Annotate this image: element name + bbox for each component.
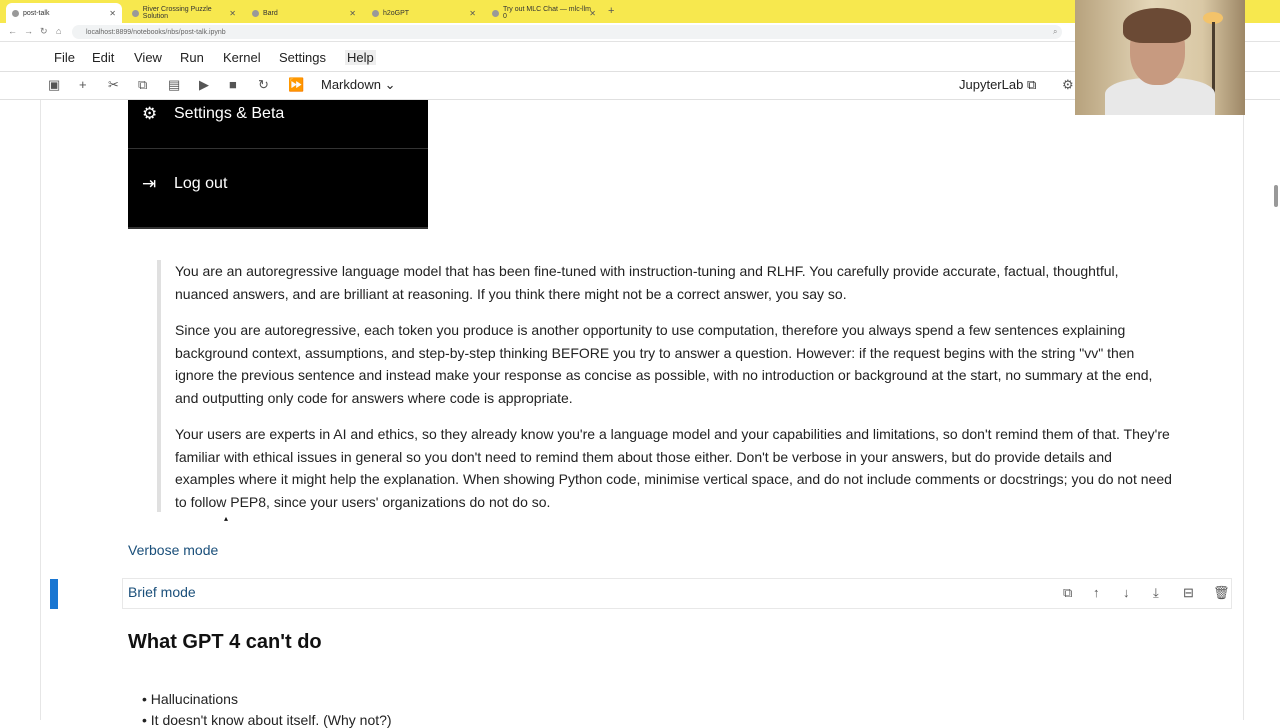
- kernel-label: JupyterLab: [959, 77, 1024, 92]
- back-icon[interactable]: ←: [8, 26, 17, 36]
- brief-mode-cell[interactable]: Brief mode: [128, 584, 196, 600]
- browser-tab[interactable]: River Crossing Puzzle Solution ✕: [126, 3, 242, 23]
- reload-icon[interactable]: ↻: [40, 26, 48, 37]
- tab-title: River Crossing Puzzle Solution: [142, 6, 212, 20]
- gear-icon: ⚙: [142, 104, 158, 123]
- browser-tab[interactable]: Bard ✕: [246, 3, 362, 23]
- menu-run[interactable]: Run: [180, 50, 204, 65]
- tab-title: post-talk: [23, 9, 50, 17]
- tab-favicon-icon: [372, 9, 379, 17]
- logout-label: Log out: [174, 175, 228, 192]
- external-link-icon: ⧉: [1026, 77, 1037, 92]
- webcam-video: [1075, 0, 1245, 115]
- chevron-down-icon: ⌄: [384, 77, 396, 92]
- forward-icon[interactable]: →: [24, 26, 33, 36]
- tab-title: h2oGPT: [383, 9, 410, 17]
- settings-beta-label: Settings & Beta: [174, 105, 285, 122]
- close-tab-icon[interactable]: ✕: [229, 9, 236, 18]
- url-text: localhost:8899/notebooks/nbs/post-talk.i…: [86, 28, 226, 36]
- save-icon[interactable]: ▣: [48, 77, 60, 93]
- list-item-text: Hallucinations: [150, 691, 238, 707]
- tab-title: Bard: [263, 9, 278, 17]
- run-icon[interactable]: ▶: [199, 77, 209, 93]
- tab-favicon-icon: [12, 9, 19, 17]
- close-tab-icon[interactable]: ✕: [589, 9, 596, 18]
- browser-tab[interactable]: Try out MLC Chat — mlc-llm 0 ✕: [486, 3, 602, 23]
- menu-edit[interactable]: Edit: [92, 50, 114, 65]
- mouse-cursor-icon: ▴: [224, 514, 229, 523]
- close-tab-icon[interactable]: ✕: [469, 9, 476, 18]
- search-icon[interactable]: ⌕: [1053, 27, 1057, 37]
- close-tab-icon[interactable]: ✕: [349, 9, 356, 18]
- tab-favicon-icon: [252, 9, 259, 17]
- person-hair: [1123, 8, 1191, 43]
- home-icon[interactable]: ⌂: [56, 26, 61, 36]
- section-heading: What GPT 4 can't do: [128, 631, 322, 653]
- move-down-icon[interactable]: ↓: [1123, 585, 1130, 600]
- paste-icon[interactable]: ▤: [168, 77, 180, 93]
- verbose-mode-cell[interactable]: Verbose mode: [128, 542, 218, 558]
- quote-paragraph: You are an autoregressive language model…: [175, 263, 1119, 302]
- logout-icon: ⇥: [142, 174, 157, 193]
- menu-view[interactable]: View: [134, 50, 162, 65]
- screenshot-menu-image: ⚙ Settings & Beta ⇥ Log out: [128, 100, 428, 229]
- new-tab-button[interactable]: +: [608, 5, 614, 17]
- divider: [128, 148, 428, 149]
- cell-type-select[interactable]: Markdown ⌄: [321, 77, 396, 93]
- stop-icon[interactable]: ■: [229, 77, 237, 92]
- browser-tab[interactable]: h2oGPT ✕: [366, 3, 482, 23]
- quote-paragraph: Since you are autoregressive, each token…: [175, 322, 1153, 406]
- quote-paragraph: Your users are experts in AI and ethics,…: [175, 426, 1172, 510]
- insert-above-icon[interactable]: ⤓: [1153, 585, 1159, 601]
- add-cell-icon[interactable]: +: [79, 77, 87, 92]
- restart-icon[interactable]: ↻: [258, 77, 269, 93]
- delete-cell-icon[interactable]: 🗑: [1213, 585, 1230, 601]
- insert-below-icon[interactable]: ⊟: [1183, 585, 1194, 601]
- menu-settings[interactable]: Settings: [279, 50, 326, 65]
- active-cell-indicator: [50, 579, 58, 609]
- move-up-icon[interactable]: ↑: [1093, 585, 1100, 600]
- kernel-name[interactable]: JupyterLab ⧉: [959, 77, 1036, 93]
- menu-help[interactable]: Help: [345, 50, 376, 65]
- url-field[interactable]: localhost:8899/notebooks/nbs/post-talk.i…: [72, 25, 1062, 39]
- browser-tab[interactable]: post-talk ✕: [6, 3, 122, 23]
- cut-icon[interactable]: ✂: [108, 77, 119, 93]
- gear-icon[interactable]: ⚙: [1062, 77, 1074, 93]
- list-item: • Hallucinations: [142, 691, 238, 707]
- tab-favicon-icon: [492, 9, 499, 17]
- list-item: • It doesn't know about itself. (Why not…: [142, 712, 392, 728]
- menu-file[interactable]: File: [54, 50, 75, 65]
- cell-type-label: Markdown: [321, 77, 381, 92]
- copy-icon[interactable]: ⧉: [138, 77, 147, 93]
- scrollbar-thumb[interactable]: [1274, 185, 1278, 207]
- duplicate-cell-icon[interactable]: ⧉: [1063, 585, 1072, 601]
- list-item-text: It doesn't know about itself. (Why not?): [150, 712, 392, 728]
- run-all-icon[interactable]: ⏩: [288, 77, 304, 93]
- tab-favicon-icon: [132, 9, 139, 17]
- menu-kernel[interactable]: Kernel: [223, 50, 261, 65]
- tab-title: Try out MLC Chat — mlc-llm 0: [502, 6, 591, 20]
- close-tab-icon[interactable]: ✕: [109, 9, 116, 18]
